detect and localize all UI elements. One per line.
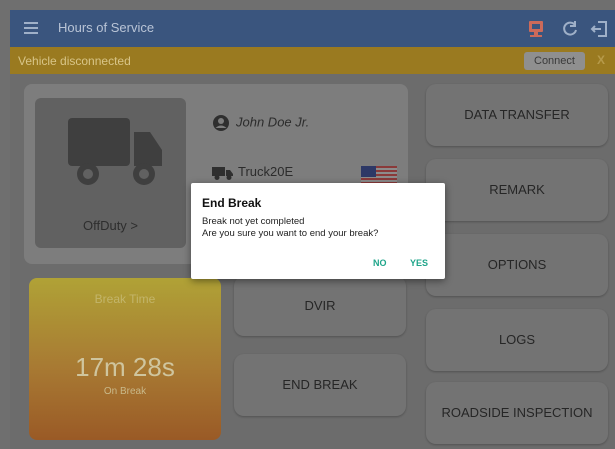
account-icon xyxy=(213,115,229,131)
driver-info: John Doe Jr. xyxy=(212,114,309,132)
dialog-message-line2: Are you sure you want to end your break? xyxy=(202,228,379,239)
end-break-button[interactable]: END BREAK xyxy=(234,354,406,416)
logout-icon[interactable] xyxy=(590,19,610,39)
options-button[interactable]: OPTIONS xyxy=(426,234,608,296)
small-truck-icon xyxy=(212,166,233,180)
app-bar: Hours of Service xyxy=(10,10,615,47)
break-status-text: On Break xyxy=(103,386,147,397)
dialog-title: End Break xyxy=(202,196,262,210)
vehicle-name: Truck20E xyxy=(238,164,294,179)
vehicle-status-bar: Vehicle disconnected Connect X xyxy=(10,47,615,74)
connect-button[interactable]: Connect xyxy=(524,52,585,70)
remark-button[interactable]: REMARK xyxy=(426,159,608,221)
driver-name: John Doe Jr. xyxy=(236,114,310,130)
screen: Hours of Service Vehicle disconnected Co… xyxy=(0,0,615,449)
app-title: Hours of Service xyxy=(58,20,155,35)
truck-icon xyxy=(68,118,162,185)
dismiss-status-button[interactable]: X xyxy=(597,53,605,67)
break-time-value: 17m 28s xyxy=(75,352,175,382)
eld-device-icon[interactable] xyxy=(526,19,546,39)
logs-button[interactable]: LOGS xyxy=(426,309,608,371)
duty-status-tile[interactable]: OffDuty > xyxy=(35,98,186,248)
menu-icon[interactable] xyxy=(24,22,38,34)
vehicle-info: Truck20E xyxy=(212,164,293,180)
dialog-no-button[interactable]: NO xyxy=(373,258,387,268)
data-transfer-button[interactable]: DATA TRANSFER xyxy=(426,84,608,146)
dvir-button[interactable]: DVIR xyxy=(234,276,406,336)
end-break-dialog: End Break Break not yet completed Are yo… xyxy=(191,183,445,279)
roadside-inspection-button[interactable]: ROADSIDE INSPECTION xyxy=(426,382,608,444)
dialog-yes-button[interactable]: YES xyxy=(410,258,428,268)
dialog-message-line1: Break not yet completed xyxy=(202,216,305,227)
duty-status-label: OffDuty > xyxy=(82,218,139,233)
refresh-icon[interactable] xyxy=(560,19,580,39)
vehicle-status-text: Vehicle disconnected xyxy=(18,54,131,68)
break-time-card: Break Time 17m 28s On Break xyxy=(29,278,221,440)
break-time-title: Break Time xyxy=(94,292,156,306)
